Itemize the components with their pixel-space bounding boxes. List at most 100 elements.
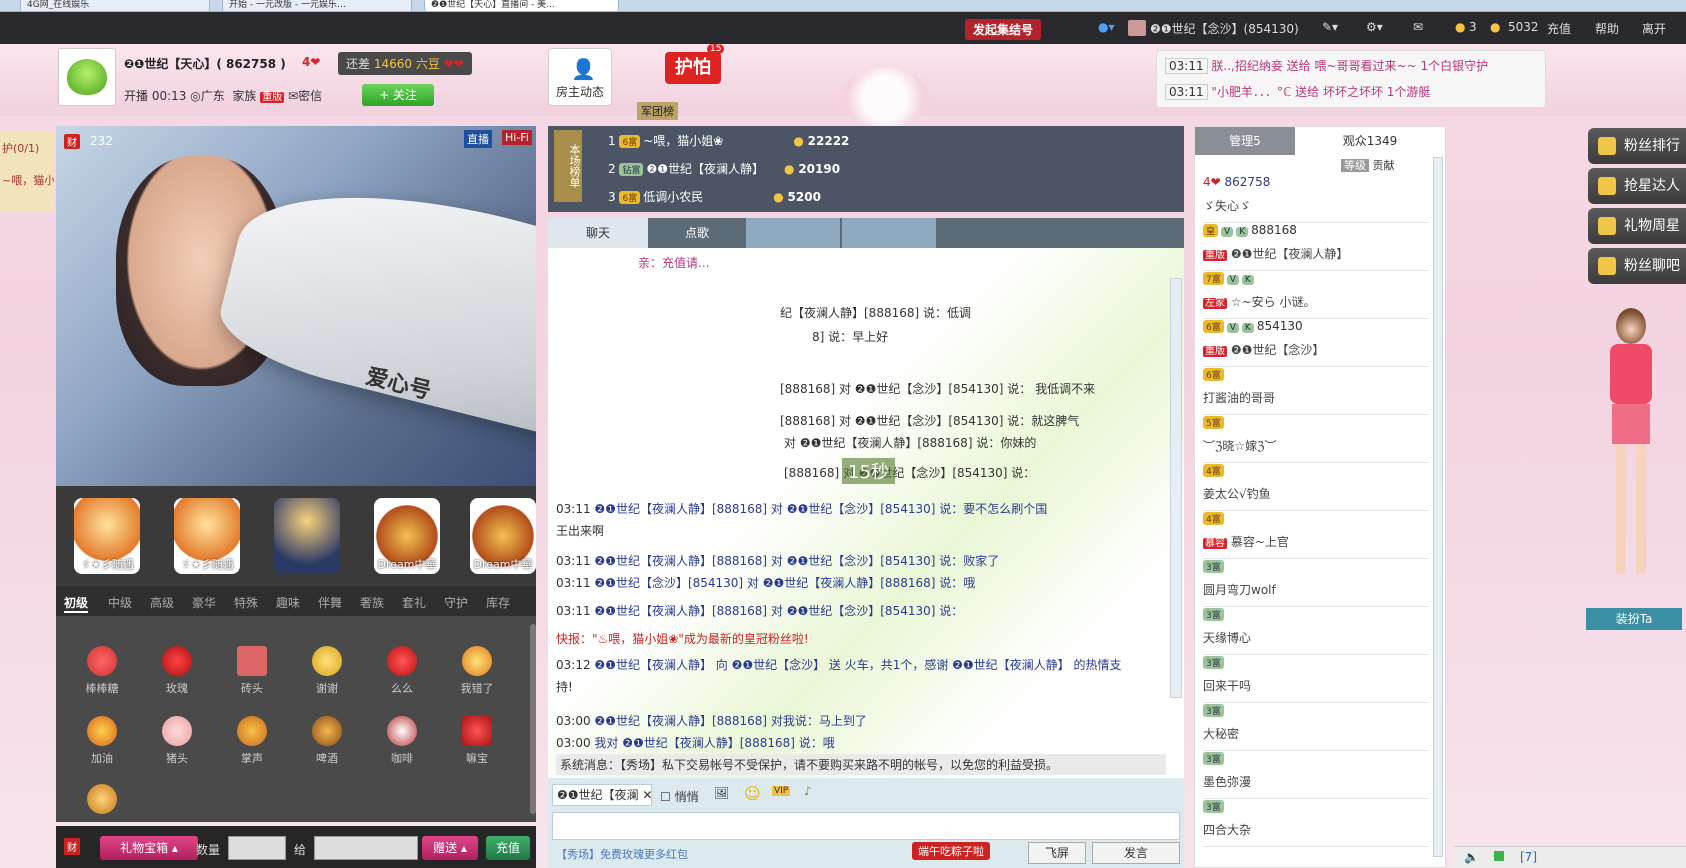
gift-item[interactable]: 玫瑰 — [147, 646, 207, 696]
user-item[interactable]: 皇 V K 888168 重版 ❷❶世纪【夜澜人静】 — [1203, 223, 1429, 271]
user-list-scrollbar[interactable] — [1433, 157, 1443, 857]
user-item[interactable]: 6富 打酱油的哥哥 — [1203, 367, 1429, 415]
exit-link[interactable]: 离开 — [1642, 20, 1666, 37]
gift-box-button[interactable]: 礼物宝箱 ▴ — [100, 836, 198, 860]
vip-icon[interactable]: VIP — [772, 786, 791, 796]
whisper-checkbox[interactable]: ☐ 悄悄 — [660, 788, 699, 805]
promo-banner[interactable]: 端午吃粽子啦 — [912, 842, 990, 860]
gift-icon[interactable]: ゞ★彡随遇 — [174, 498, 240, 574]
user-item[interactable]: 3富 天缘博心 — [1203, 607, 1429, 655]
fans-rank-button[interactable]: 粉丝排行 — [1588, 128, 1686, 164]
tab[interactable] — [746, 218, 840, 248]
gift-tab[interactable]: 奢族 — [360, 594, 384, 611]
family-tag[interactable]: 重版 — [260, 92, 285, 103]
gift-item[interactable]: 加油 — [72, 716, 132, 766]
hifi-badge[interactable]: Hi-Fi — [502, 130, 532, 145]
gift-item[interactable]: 么么 — [372, 646, 432, 696]
mail-icon[interactable]: ✉ — [1413, 20, 1423, 34]
message-link[interactable]: 密信 — [298, 89, 322, 103]
gift-item[interactable]: 啤酒 — [297, 716, 357, 766]
recharge-button[interactable]: 充值 — [486, 836, 530, 860]
fly-screen-button[interactable]: 飞屏 — [1028, 842, 1086, 864]
user-item[interactable]: 3富 墨色弥漫 — [1203, 751, 1429, 799]
gift-item[interactable]: 猪头 — [147, 716, 207, 766]
collect-button[interactable]: 发起集结号 — [965, 19, 1042, 40]
chat-text-input[interactable] — [552, 812, 1180, 840]
user-name[interactable]: ❷❶世纪【念沙】(854130) — [1150, 20, 1299, 37]
quantity-input[interactable] — [228, 836, 286, 860]
gift-tab[interactable]: 守护 — [444, 594, 468, 611]
gift-item[interactable] — [72, 784, 132, 818]
guard-button[interactable]: 护怕 — [665, 52, 721, 84]
guard-sidebar[interactable]: 护(0/1) ~喂，猫小 — [0, 132, 54, 212]
dragon-icon[interactable]: Dream中華 — [374, 498, 440, 574]
gift-item[interactable]: 棒棒糖 — [72, 646, 132, 696]
gift-item[interactable]: 谢谢 — [297, 646, 357, 696]
gift-item[interactable]: 嘛宝 — [447, 716, 507, 766]
recipient-input[interactable] — [314, 836, 418, 860]
sort-level[interactable]: 等级 — [1341, 159, 1369, 172]
user-item[interactable]: 3富 四合大杂 — [1203, 799, 1429, 847]
image-icon[interactable]: 🖼 — [714, 786, 729, 800]
rank-row[interactable]: 3 6富 低调小农民 ● 5200 — [608, 188, 821, 212]
speaker-icon[interactable]: ♪ — [804, 784, 812, 798]
user-item[interactable]: 4富 姜太公√钓鱼 — [1203, 463, 1429, 511]
user-item[interactable]: 3富 圆月弯刀wolf — [1203, 559, 1429, 607]
browser-tab[interactable]: 4G网_在线娱乐 — [20, 0, 210, 12]
tab[interactable] — [842, 218, 936, 248]
sort-contribution[interactable]: 贡献 — [1373, 159, 1395, 172]
volume-icon[interactable]: 🔈 — [1464, 850, 1479, 864]
guard-rank-link[interactable]: 军团榜 — [637, 102, 678, 120]
promo-link[interactable]: 【秀场】免费玫瑰更多红包 — [556, 846, 688, 862]
help-link[interactable]: 帮助 — [1595, 20, 1619, 37]
gift-tab[interactable]: 趣味 — [276, 594, 300, 611]
gift-item[interactable]: 砖头 — [222, 646, 282, 696]
gift-tab[interactable]: 特殊 — [234, 594, 258, 611]
user-item[interactable]: 3富 大秘密 — [1203, 703, 1429, 751]
give-button[interactable]: 赠送 ▴ — [422, 836, 478, 860]
host-avatar[interactable] — [58, 48, 116, 106]
scrollbar[interactable] — [530, 624, 536, 814]
avatar-icon[interactable] — [274, 498, 340, 574]
gift-item[interactable]: 咖啡 — [372, 716, 432, 766]
gift-tab[interactable]: 套礼 — [402, 594, 426, 611]
star-button[interactable]: 抢星达人 — [1588, 168, 1686, 204]
gift-tab[interactable]: 初级 — [64, 594, 89, 613]
tab-chat[interactable]: 聊天 — [548, 218, 648, 248]
rank-row[interactable]: 2 钻富 ❷❶世纪【夜澜人静】 ● 20190 — [608, 160, 840, 184]
user-item[interactable]: 4富 慕容 慕容~上官 — [1203, 511, 1429, 559]
tab-song[interactable]: 点歌 — [650, 218, 744, 248]
gift-tab[interactable]: 中级 — [108, 594, 132, 611]
rank-row[interactable]: 1 6富 ~喂，猫小姐❀ ● 22222 — [608, 132, 849, 156]
video-player[interactable]: 爱心号 财 232 直播 Hi-Fi — [56, 126, 536, 486]
send-button[interactable]: 发言 — [1092, 842, 1180, 864]
tab-admin[interactable]: 管理5 — [1195, 127, 1295, 155]
tab-audience[interactable]: 观众1349 — [1295, 127, 1445, 155]
dress-button[interactable]: 装扮Ta — [1586, 608, 1682, 630]
gear-icon[interactable]: ⚙▾ — [1366, 20, 1383, 34]
gift-week-button[interactable]: 礼物周星 — [1588, 208, 1686, 244]
user-item[interactable]: 6富 V K 854130 重版 ❷❶世纪【念沙】 — [1203, 319, 1429, 367]
edit-icon[interactable]: ✎▾ — [1322, 20, 1338, 34]
follow-button[interactable]: + 关注 — [362, 84, 434, 106]
chat-target-select[interactable]: ❷❶世纪【夜澜 ✕ — [552, 784, 652, 806]
gift-tab[interactable]: 库存 — [486, 594, 510, 611]
gift-item[interactable]: 我错了 — [447, 646, 507, 696]
emoji-icon[interactable]: ☺ — [744, 784, 761, 803]
browser-tab[interactable]: 开始 - 一元改版 - 一元娱乐… — [222, 0, 412, 12]
recharge-link[interactable]: 充值 — [1547, 20, 1571, 37]
host-name[interactable]: ❷❶世纪【天心】( 862758 ) — [124, 55, 286, 72]
user-item[interactable]: 5富 ︶ℨ晓☆嫁ℨ︶ — [1203, 415, 1429, 463]
gift-tab[interactable]: 豪华 — [192, 594, 216, 611]
dragon-icon[interactable]: Dream中華 — [470, 498, 536, 574]
user-item[interactable]: 4❤ 862758 ゞ失心ゞ — [1203, 175, 1429, 223]
chat-scrollbar[interactable] — [1170, 278, 1182, 698]
gift-tab[interactable]: 高级 — [150, 594, 174, 611]
gift-item[interactable]: 掌声 — [222, 716, 282, 766]
browser-tab-active[interactable]: ❷❶世纪【天心】直播间 - 美… — [424, 0, 619, 12]
fans-chat-button[interactable]: 粉丝聊吧 — [1588, 248, 1686, 284]
gift-tab[interactable]: 伴舞 — [318, 594, 342, 611]
dynamic-button[interactable]: 👤 房主动态 — [548, 48, 612, 106]
user-item[interactable]: 3富 回来干吗 — [1203, 655, 1429, 703]
gift-icon[interactable]: ゞ★彡随遇 — [74, 498, 140, 574]
